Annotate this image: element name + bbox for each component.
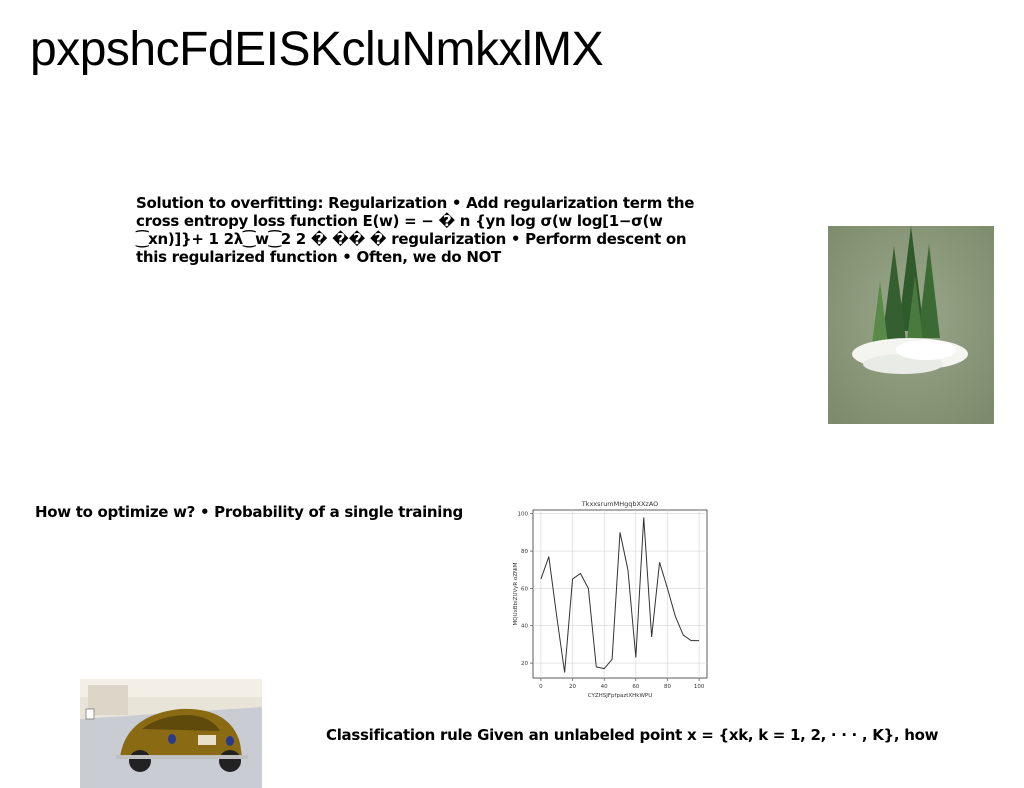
x-tick-label: 20 [569, 684, 576, 690]
x-tick-label: 100 [694, 684, 705, 690]
y-axis-label: MQUxBbiZUVyR oZNiM [513, 562, 519, 625]
x-tick-label: 0 [539, 684, 543, 690]
x-tick-label: 80 [664, 684, 671, 690]
page-title: pxpshcFdEISKcluNmkxlMX [30, 23, 604, 76]
pine-trees-snow-photo [828, 226, 994, 424]
x-tick-label: 40 [601, 684, 608, 690]
line-chart: 0 20 40 60 80 100 20 40 60 80 100 TkxxsrumMHgqbXXzA… [505, 497, 720, 699]
regularization-paragraph: Solution to overfitting: Regularization … [136, 194, 695, 266]
y-tick-label: 100 [518, 512, 529, 518]
y-tick-label: 20 [521, 661, 528, 667]
optimize-paragraph: How to optimize w? • Probability of a si… [35, 503, 463, 521]
y-tick-label: 40 [521, 624, 528, 630]
x-tick-label: 60 [632, 684, 639, 690]
y-tick-label: 60 [521, 586, 528, 592]
chart-title: TkxxsrumMHgqbXXzAO [581, 500, 659, 508]
classification-paragraph: Classification rule Given an unlabeled p… [326, 726, 939, 744]
vintage-car-photo [80, 679, 262, 788]
x-axis-label: CYZHSJFpfpaztXHkWPU [588, 693, 653, 699]
y-tick-label: 80 [521, 549, 528, 555]
